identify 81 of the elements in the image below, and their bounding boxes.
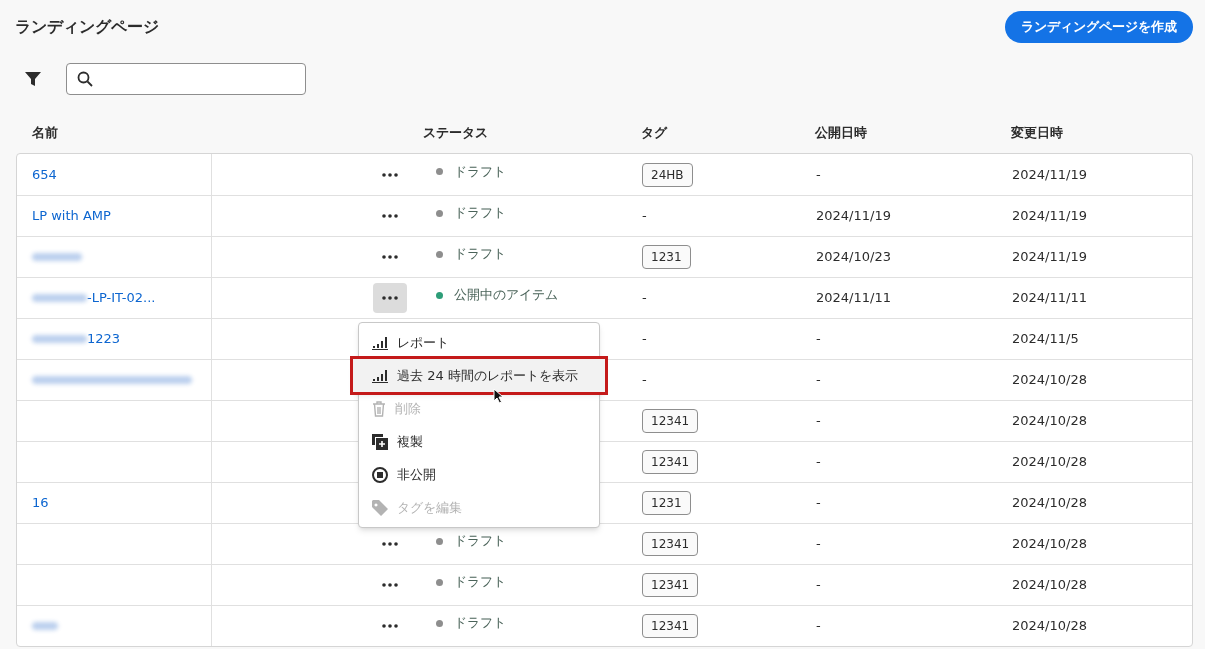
- mouse-pointer-icon: [493, 388, 504, 404]
- tag-chip: 24HB: [642, 162, 693, 187]
- tag-chip: 12341: [642, 573, 699, 597]
- more-icon: [382, 583, 398, 587]
- blurred-text: [32, 335, 87, 343]
- more-actions-button[interactable]: [373, 283, 407, 313]
- column-header[interactable]: 名前: [32, 125, 58, 141]
- published-date: -: [816, 495, 821, 511]
- more-icon: [382, 296, 398, 300]
- status-label: ドラフト: [454, 245, 506, 264]
- page-title: ランディングページ: [15, 16, 159, 38]
- modified-date: 2024/11/19: [1012, 208, 1087, 224]
- column-header[interactable]: ステータス: [423, 125, 488, 141]
- filter-icon[interactable]: [24, 70, 42, 88]
- search-icon: [77, 71, 93, 87]
- modified-date: 2024/10/28: [1012, 618, 1087, 634]
- published-date: -: [816, 454, 821, 470]
- duplicate-icon: [372, 433, 388, 450]
- tag-chip: 12341: [642, 532, 699, 556]
- published-date: -: [816, 166, 821, 182]
- bar-chart-icon: [372, 335, 388, 350]
- page-name-link[interactable]: LP with AMP: [32, 206, 111, 226]
- page-name-link[interactable]: 654: [32, 164, 57, 185]
- trash-icon: [372, 400, 386, 417]
- page-name-link[interactable]: 16: [32, 493, 49, 513]
- column-header[interactable]: 公開日時: [815, 125, 867, 141]
- bar-chart-icon: [372, 368, 388, 383]
- page-name-link[interactable]: 1223: [87, 329, 121, 349]
- tag-icon: [372, 499, 388, 516]
- modified-date: 2024/10/28: [1012, 372, 1087, 388]
- column-header[interactable]: 変更日時: [1011, 125, 1063, 141]
- menu-item[interactable]: 非公開: [359, 458, 599, 491]
- tag-empty-text: -: [642, 372, 647, 388]
- status-label: ドラフト: [454, 162, 506, 181]
- tag-chip: 12341: [642, 614, 699, 638]
- published-date: 2024/10/23: [816, 249, 891, 265]
- status-label: 公開中のアイテム: [454, 286, 558, 305]
- more-icon: [382, 172, 398, 177]
- menu-item[interactable]: 複製: [359, 425, 599, 458]
- status-label: ドラフト: [454, 532, 506, 551]
- tag-empty-text: -: [642, 208, 647, 224]
- tag-chip: 12341: [642, 450, 699, 474]
- published-date: 2024/11/19: [816, 208, 891, 224]
- modified-date: 2024/10/28: [1012, 577, 1087, 593]
- tag-empty-text: -: [642, 331, 647, 347]
- blurred-text: [32, 622, 58, 630]
- modified-date: 2024/10/28: [1012, 413, 1087, 429]
- modified-date: 2024/10/28: [1012, 454, 1087, 470]
- create-landing-page-button[interactable]: ランディングページを作成: [1005, 11, 1193, 43]
- status-label: ドラフト: [454, 204, 506, 223]
- published-date: -: [816, 618, 821, 634]
- more-icon: [382, 542, 398, 546]
- modified-date: 2024/10/28: [1012, 536, 1087, 552]
- blurred-text: [32, 294, 87, 302]
- menu-item[interactable]: 過去 24 時間のレポートを表示: [353, 359, 605, 392]
- tag-chip: 1231: [642, 245, 691, 269]
- published-date: 2024/11/11: [816, 290, 891, 306]
- published-date: -: [816, 372, 821, 388]
- search-field[interactable]: [66, 63, 306, 95]
- tag-chip: 1231: [642, 491, 691, 515]
- tag-empty-text: -: [642, 290, 647, 306]
- published-date: -: [816, 331, 821, 347]
- status-label: ドラフト: [454, 573, 506, 592]
- tag-chip: 12341: [642, 409, 699, 433]
- more-icon: [382, 255, 398, 259]
- stop-icon: [372, 466, 388, 483]
- published-date: -: [816, 413, 821, 429]
- more-icon: [382, 214, 398, 218]
- modified-date: 2024/11/5: [1012, 331, 1079, 347]
- modified-date: 2024/10/28: [1012, 495, 1087, 511]
- blurred-text: [32, 253, 82, 261]
- modified-date: 2024/11/19: [1012, 166, 1087, 182]
- status-label: ドラフト: [454, 614, 506, 633]
- more-icon: [382, 624, 398, 628]
- modified-date: 2024/11/11: [1012, 290, 1087, 306]
- menu-item[interactable]: レポート: [359, 326, 599, 359]
- published-date: -: [816, 536, 821, 552]
- modified-date: 2024/11/19: [1012, 249, 1087, 265]
- page-name-link[interactable]: -LP-IT-02...: [87, 288, 156, 308]
- column-header[interactable]: タグ: [641, 125, 667, 141]
- published-date: -: [816, 577, 821, 593]
